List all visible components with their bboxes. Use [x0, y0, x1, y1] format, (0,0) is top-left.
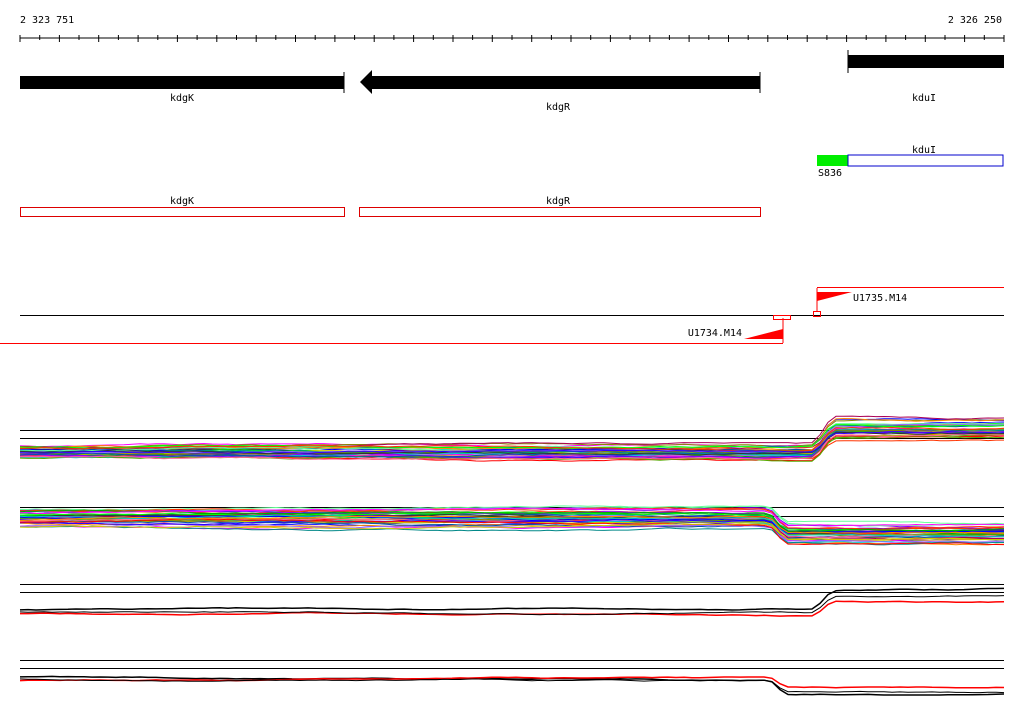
cds-kdgR-label: kdgR	[546, 196, 571, 207]
expression-panel-multicolor-minus	[19, 505, 1005, 546]
ruler-start-label: 2 323 751	[20, 15, 74, 26]
transcript-track: U1735.M14 U1734.M14	[0, 287, 1004, 344]
genome-browser-view: 2 323 751 2 326 250 kdgK kdgR kduI kduI …	[0, 15, 1005, 696]
expression-panel-multicolor-plus	[19, 415, 1005, 462]
expression-panel-summary-plus	[19, 584, 1005, 617]
expression-panel-summary-minus	[19, 660, 1005, 696]
promoter-label: S836	[818, 168, 842, 179]
cds-kdgK-label: kdgK	[170, 196, 194, 207]
gene-kduI-arrow[interactable]	[848, 55, 1004, 68]
transcript-U1735-label: U1735.M14	[853, 293, 907, 304]
ruler-end-label: 2 326 250	[948, 15, 1002, 26]
expression-trace	[19, 595, 1005, 616]
gene-kdgR-label: kdgR	[546, 102, 571, 113]
expression-trace	[19, 675, 1005, 696]
gene-track: kdgK kdgR kduI	[20, 50, 1004, 113]
utr-kduI-box[interactable]	[847, 154, 1004, 167]
transcript-U1735-flag	[817, 292, 852, 301]
expression-trace	[19, 678, 1005, 694]
utr-track: kduI S836	[817, 145, 1004, 179]
expression-traces	[19, 675, 1005, 696]
coordinate-ruler: 2 323 751 2 326 250	[19, 15, 1005, 42]
expression-traces	[19, 505, 1005, 546]
gene-kdgR-arrow[interactable]	[360, 70, 760, 94]
gene-kduI-label: kduI	[912, 93, 936, 104]
transcript-U1734-label: U1734.M14	[688, 328, 742, 339]
cds-kdgK-box[interactable]	[20, 207, 345, 217]
expression-trace	[19, 417, 1005, 450]
transcript-U1734-marker	[773, 315, 791, 320]
cds-kdgR-box[interactable]	[359, 207, 761, 217]
utr-kduI-label: kduI	[912, 145, 936, 156]
gene-kdgK-arrow[interactable]	[20, 76, 344, 89]
cds-track: kdgK kdgR	[20, 196, 761, 217]
transcript-U1734-flag	[744, 329, 783, 339]
promoter-box[interactable]	[817, 155, 848, 166]
gene-kdgK-label: kdgK	[170, 93, 194, 104]
expression-trace	[19, 587, 1005, 611]
